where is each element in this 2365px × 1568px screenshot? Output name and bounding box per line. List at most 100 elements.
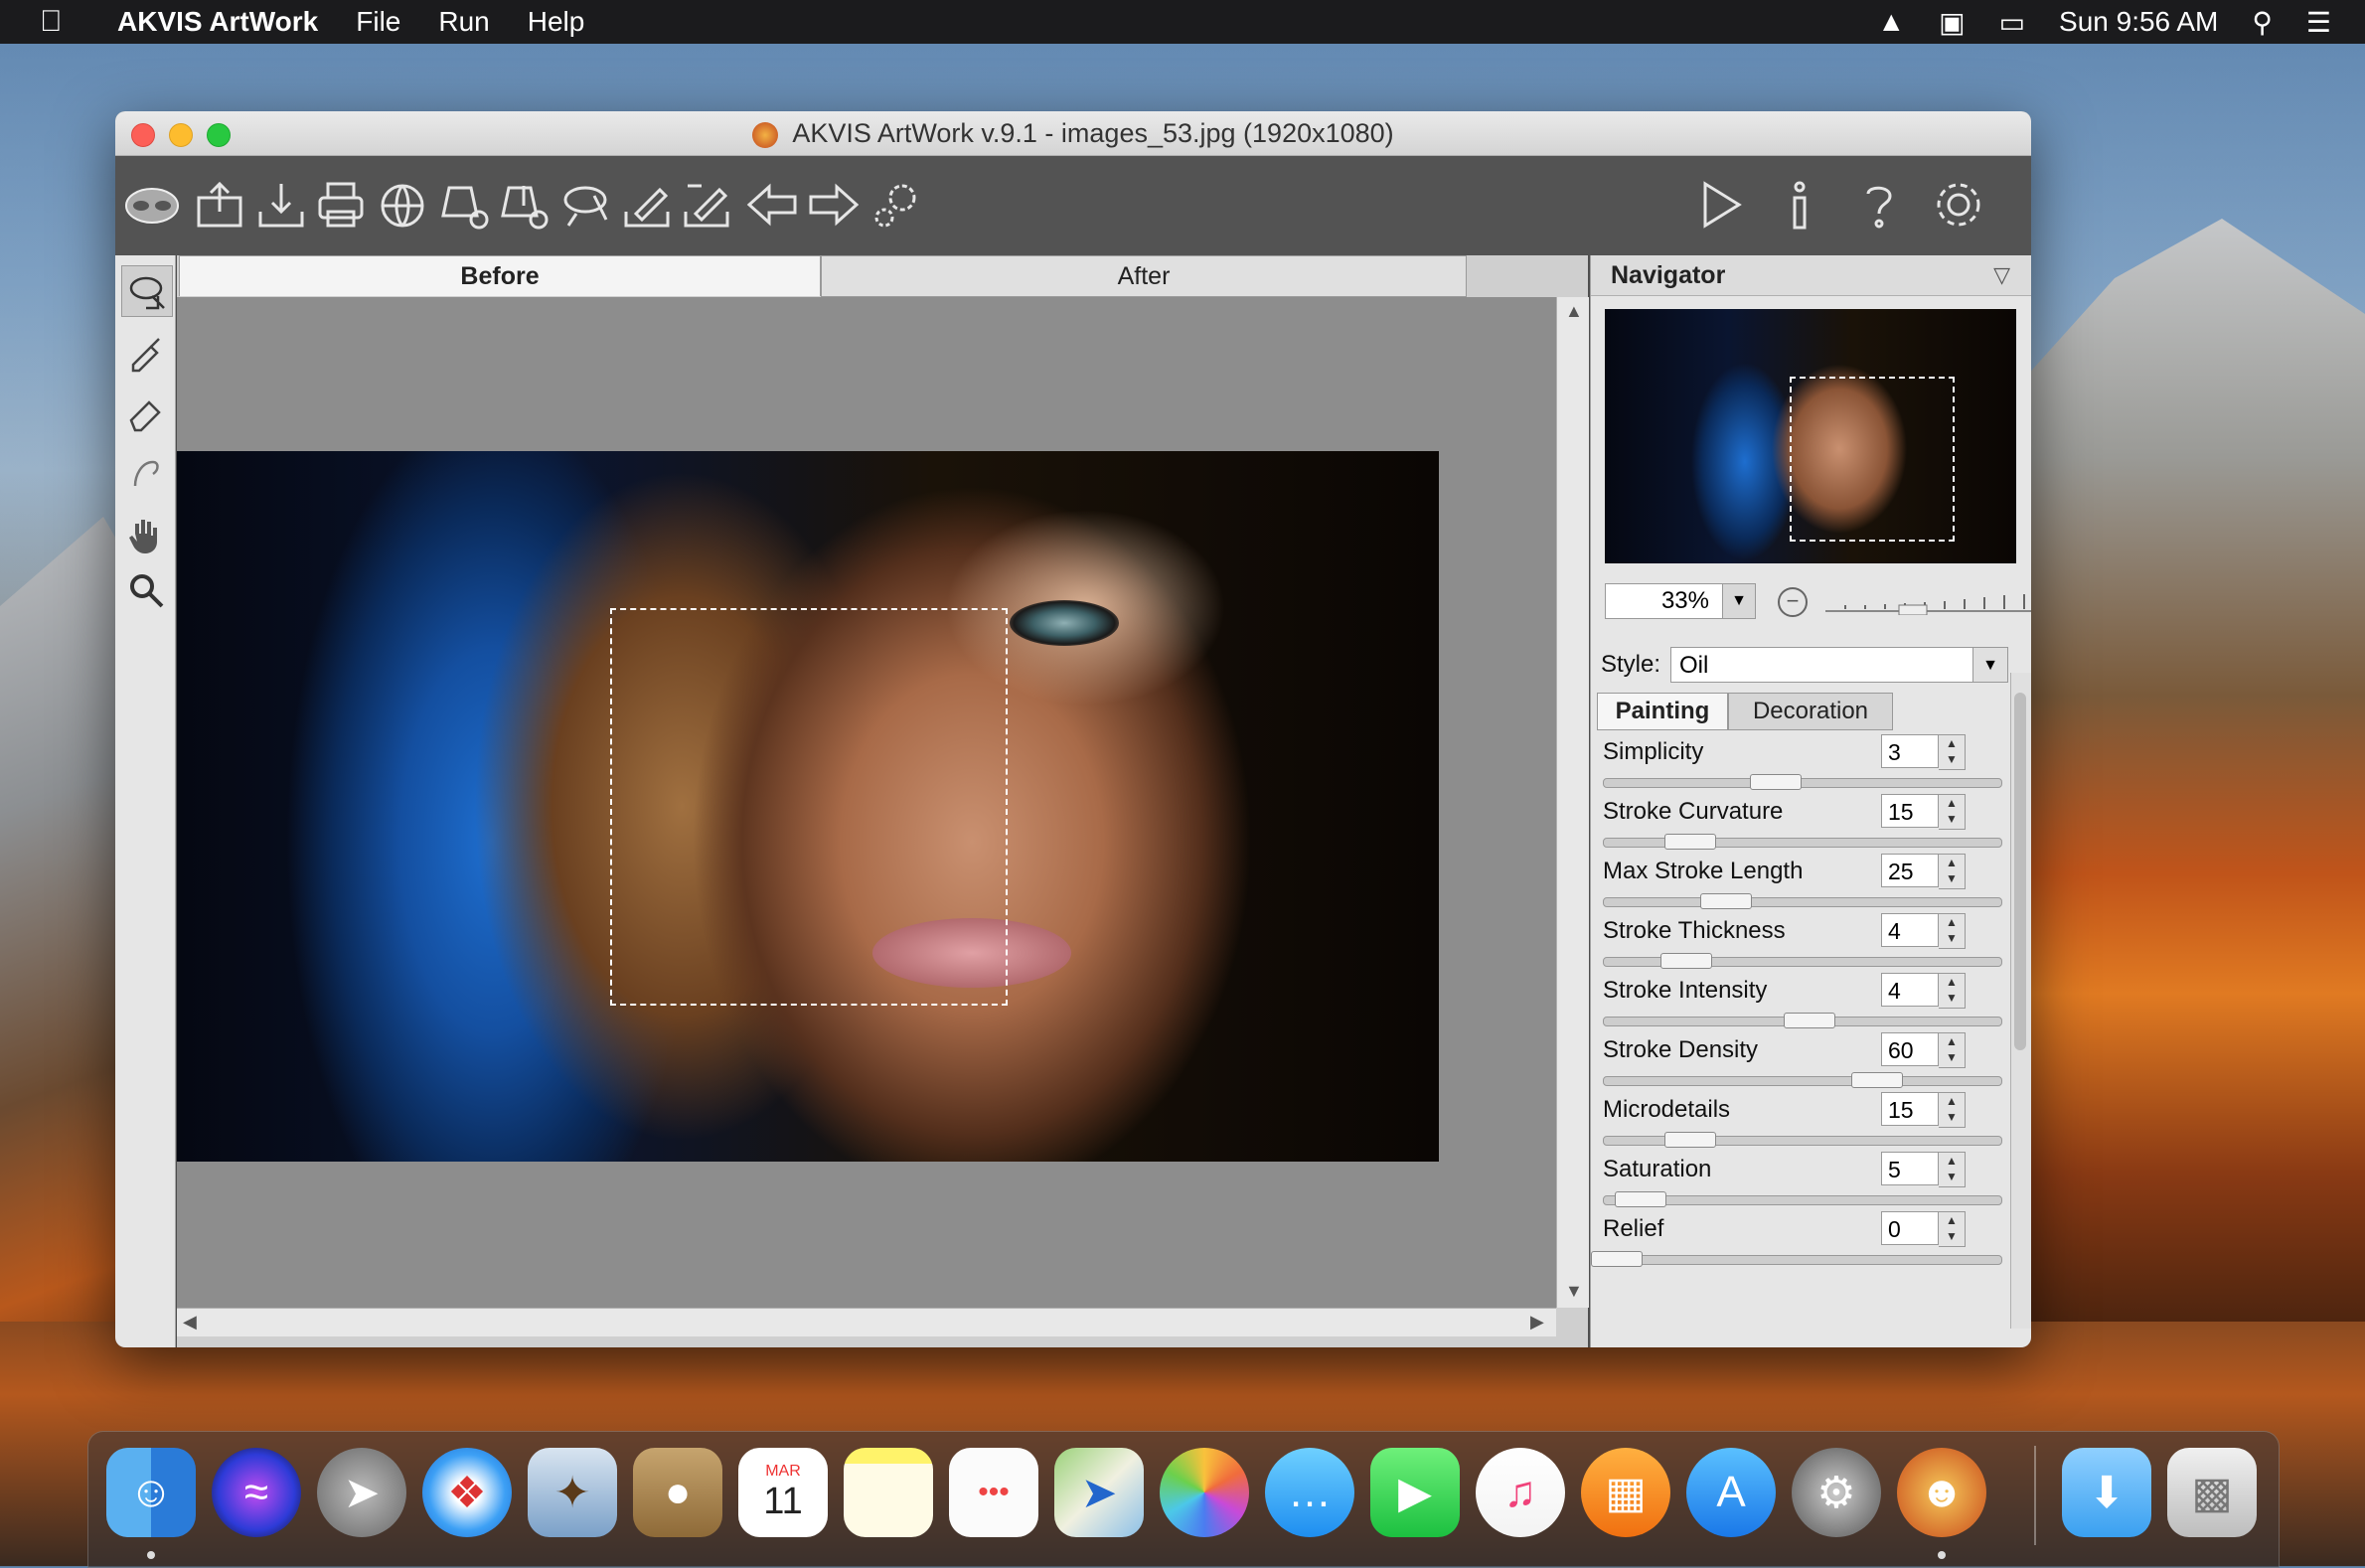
display-icon[interactable]: ▣	[1939, 6, 1965, 39]
param-value-field[interactable]: 0	[1881, 1211, 1939, 1245]
stroke-tool-icon[interactable]	[121, 446, 171, 496]
slider-thumb[interactable]	[1851, 1072, 1903, 1088]
slider-thumb[interactable]	[1700, 893, 1752, 909]
redo-icon[interactable]	[803, 174, 865, 235]
tab-after[interactable]: After	[821, 255, 1467, 297]
share-icon[interactable]	[372, 174, 433, 235]
tab-painting[interactable]: Painting	[1597, 693, 1728, 730]
close-button[interactable]	[131, 123, 155, 147]
downloads-folder-icon[interactable]: ⬇	[2062, 1448, 2151, 1537]
stepper-icon[interactable]: ▲ ▼	[1939, 854, 1966, 889]
slider-thumb[interactable]	[1750, 774, 1802, 790]
param-value-field[interactable]: 4	[1881, 973, 1939, 1007]
preferences-icon[interactable]	[1928, 174, 1989, 235]
maps-icon[interactable]: ➤	[1054, 1448, 1144, 1537]
navigator-thumbnail[interactable]	[1605, 309, 2016, 563]
export-strokes-icon[interactable]	[493, 174, 554, 235]
stepper-icon[interactable]: ▲ ▼	[1939, 1032, 1966, 1068]
param-value-field[interactable]: 15	[1881, 1092, 1939, 1126]
collapse-icon[interactable]: ▽	[1993, 255, 2010, 295]
stepper-icon[interactable]: ▲ ▼	[1939, 734, 1966, 770]
param-slider[interactable]	[1603, 778, 2002, 788]
scroll-left-icon[interactable]: ◀	[183, 1312, 197, 1333]
stepper-icon[interactable]: ▲ ▼	[1939, 913, 1966, 949]
facetime-icon[interactable]: ▶	[1370, 1448, 1460, 1537]
panel-scrollbar[interactable]	[2010, 673, 2031, 1329]
param-value-field[interactable]: 25	[1881, 854, 1939, 887]
akvis-artwork-icon[interactable]: ☻	[1897, 1448, 1986, 1537]
load-preset-icon[interactable]	[616, 174, 678, 235]
notification-center-icon[interactable]: ☰	[2306, 6, 2331, 39]
info-icon[interactable]	[1769, 174, 1830, 235]
slider-thumb[interactable]	[1664, 1132, 1716, 1148]
zoom-slider[interactable]	[1825, 591, 2031, 615]
app-menu[interactable]: AKVIS ArtWork	[117, 6, 318, 38]
zoom-button[interactable]	[207, 123, 231, 147]
batch-icon[interactable]	[554, 174, 616, 235]
param-slider[interactable]	[1603, 897, 2002, 907]
trash-icon[interactable]: ▩	[2167, 1448, 2257, 1537]
brush-tool-icon[interactable]	[121, 327, 171, 377]
param-value-field[interactable]: 3	[1881, 734, 1939, 768]
notes-icon[interactable]	[844, 1448, 933, 1537]
scroll-down-icon[interactable]: ▼	[1565, 1281, 1583, 1302]
tab-decoration[interactable]: Decoration	[1728, 693, 1893, 730]
preview-selection-frame[interactable]	[610, 608, 1008, 1006]
stepper-icon[interactable]: ▲ ▼	[1939, 794, 1966, 830]
minimize-button[interactable]	[169, 123, 193, 147]
image-viewport[interactable]	[177, 297, 1556, 1308]
param-slider[interactable]	[1603, 1136, 2002, 1146]
stepper-icon[interactable]: ▲ ▼	[1939, 1092, 1966, 1128]
app-store-icon[interactable]: A	[1686, 1448, 1776, 1537]
menu-help[interactable]: Help	[528, 6, 585, 38]
spotlight-icon[interactable]: ⚲	[2252, 6, 2273, 39]
stepper-icon[interactable]: ▲ ▼	[1939, 1211, 1966, 1247]
siri-icon[interactable]: ≈	[212, 1448, 301, 1537]
stepper-icon[interactable]: ▲ ▼	[1939, 973, 1966, 1009]
scroll-right-icon[interactable]: ▶	[1530, 1312, 1544, 1333]
slider-thumb[interactable]	[1591, 1251, 1643, 1267]
import-strokes-icon[interactable]	[433, 174, 495, 235]
menu-run[interactable]: Run	[438, 6, 489, 38]
slider-thumb[interactable]	[1664, 834, 1716, 850]
hand-tool-icon[interactable]	[121, 508, 171, 557]
undo-icon[interactable]	[741, 174, 803, 235]
clock[interactable]: Sun 9:56 AM	[2059, 6, 2218, 38]
safari-icon[interactable]: ❖	[422, 1448, 512, 1537]
finder-icon[interactable]: ☺	[106, 1448, 196, 1537]
zoom-select[interactable]: 33% ▼	[1605, 583, 1756, 619]
style-select[interactable]: Oil ▼	[1670, 647, 2008, 683]
reminders-icon[interactable]: •••	[949, 1448, 1038, 1537]
param-slider[interactable]	[1603, 838, 2002, 848]
save-preset-icon[interactable]	[676, 174, 737, 235]
contacts-icon[interactable]: ●	[633, 1448, 722, 1537]
system-preferences-icon[interactable]: ⚙	[1792, 1448, 1881, 1537]
photos-icon[interactable]	[1160, 1448, 1249, 1537]
chevron-down-icon[interactable]: ▼	[1972, 648, 2007, 682]
zoom-tool-icon[interactable]	[121, 565, 171, 615]
screen-mirroring-icon[interactable]: ▭	[1999, 6, 2025, 39]
plugins-icon[interactable]	[865, 174, 926, 235]
tab-before[interactable]: Before	[179, 255, 821, 296]
print-icon[interactable]	[310, 174, 372, 235]
slider-thumb[interactable]	[1784, 1013, 1835, 1028]
eraser-tool-icon[interactable]	[121, 387, 171, 436]
chevron-down-icon[interactable]: ▼	[1722, 584, 1755, 618]
slider-thumb[interactable]	[1660, 953, 1712, 969]
airplay-icon[interactable]: ▲	[1877, 6, 1905, 38]
param-slider[interactable]	[1603, 1076, 2002, 1086]
launchpad-icon[interactable]: ➤	[317, 1448, 406, 1537]
ibooks-icon[interactable]: ▦	[1581, 1448, 1670, 1537]
apple-menu-icon[interactable]: 	[40, 5, 70, 39]
help-icon[interactable]	[1848, 174, 1910, 235]
param-value-field[interactable]: 60	[1881, 1032, 1939, 1066]
messages-icon[interactable]: …	[1265, 1448, 1354, 1537]
itunes-icon[interactable]: ♫	[1476, 1448, 1565, 1537]
param-value-field[interactable]: 5	[1881, 1152, 1939, 1185]
save-icon[interactable]	[250, 174, 312, 235]
mail-icon[interactable]: ✦	[528, 1448, 617, 1537]
scroll-up-icon[interactable]: ▲	[1565, 301, 1583, 322]
param-slider[interactable]	[1603, 1255, 2002, 1265]
param-value-field[interactable]: 4	[1881, 913, 1939, 947]
stepper-icon[interactable]: ▲ ▼	[1939, 1152, 1966, 1187]
